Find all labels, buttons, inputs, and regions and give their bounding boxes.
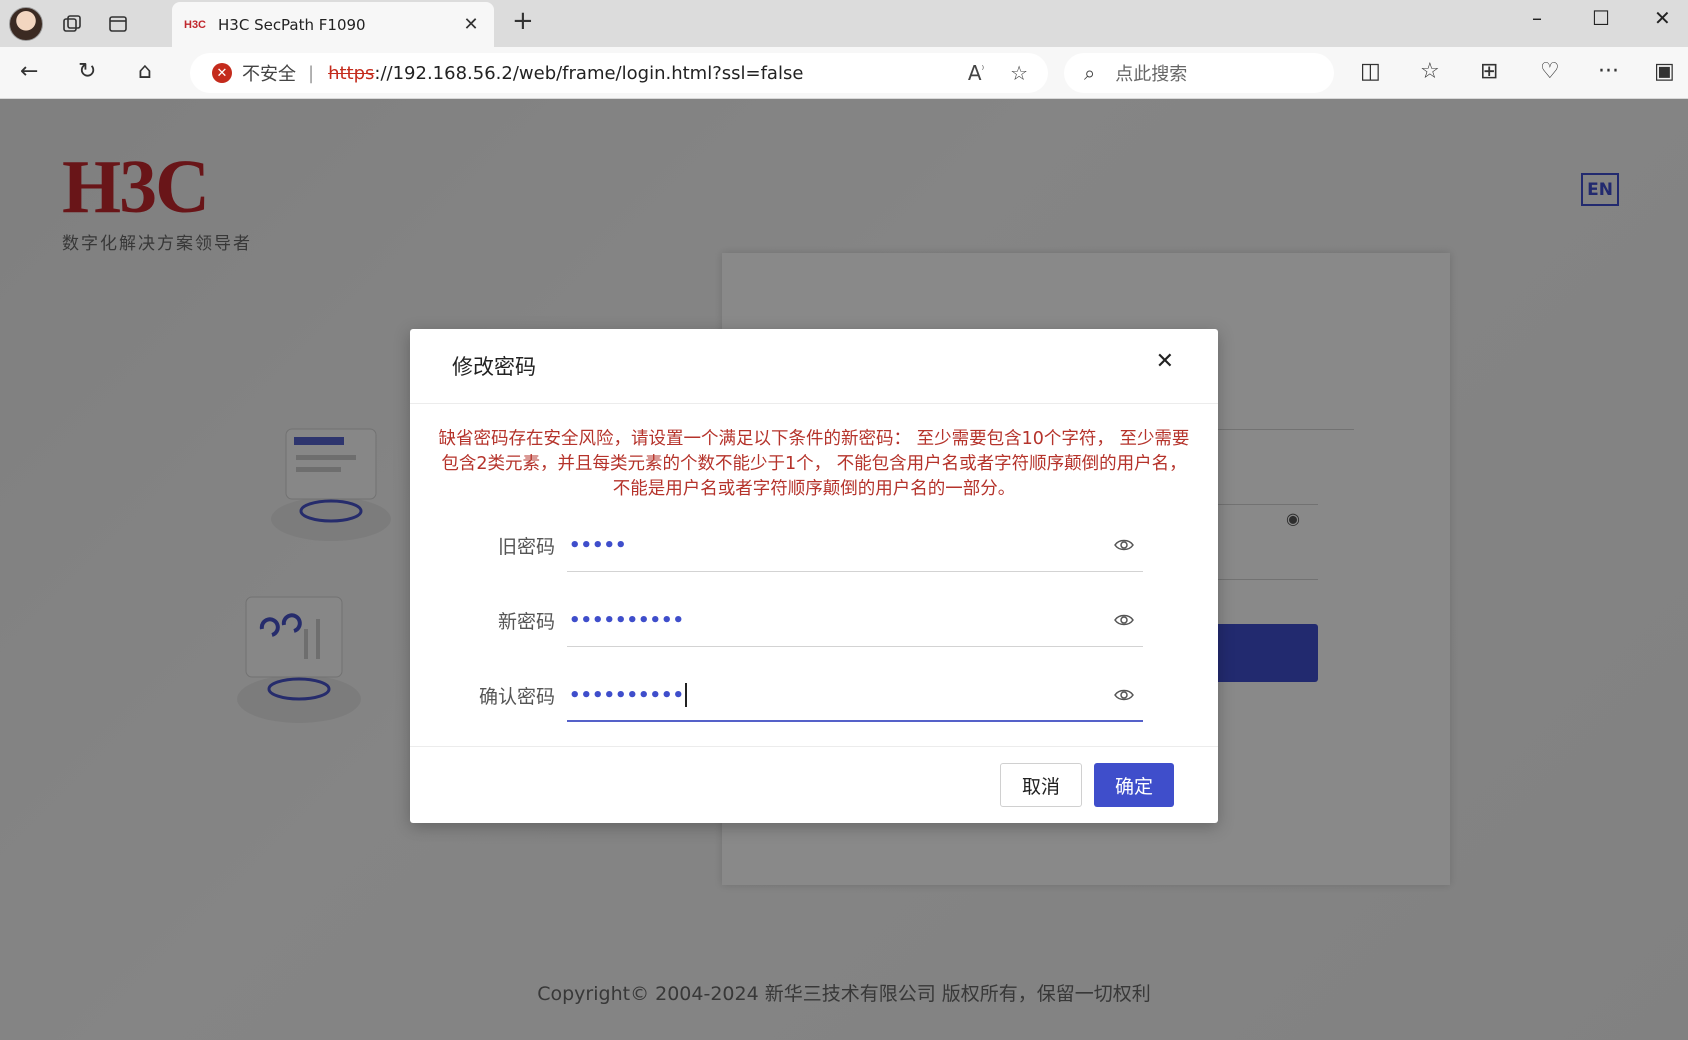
password-policy-warning: 缺省密码存在安全风险，请设置一个满足以下条件的新密码： 至少需要包含10个字符，… <box>438 429 1190 499</box>
address-bar[interactable]: ✕ 不安全 | https ://192.168.56.2/web/frame/… <box>190 53 1048 93</box>
confirm-password-label: 确认密码 <box>478 686 555 708</box>
text-caret <box>685 683 688 707</box>
confirm-password-row: 确认密码 •••••••••• <box>410 670 1218 722</box>
url-scheme: https <box>328 62 375 84</box>
collections-icon[interactable]: ⊞ <box>1480 59 1498 84</box>
old-password-input[interactable]: ••••• <box>567 520 1143 572</box>
split-screen-icon[interactable]: ◫ <box>1360 59 1381 84</box>
dialog-title: 修改密码 <box>452 355 536 379</box>
profile-avatar[interactable] <box>6 4 46 44</box>
new-password-label: 新密码 <box>497 611 555 633</box>
window-close-icon[interactable]: ✕ <box>1654 6 1671 30</box>
dialog-header: 修改密码 ✕ <box>410 329 1218 404</box>
search-icon: ⌕ <box>1084 61 1096 85</box>
dialog-footer: 取消 确定 <box>410 746 1218 823</box>
url-separator: | <box>308 62 315 84</box>
back-icon[interactable]: ← <box>20 59 38 84</box>
new-tab-icon[interactable]: + <box>512 6 534 36</box>
cancel-button[interactable]: 取消 <box>1000 763 1082 807</box>
sidebar-toggle-icon[interactable]: ▣ <box>1654 59 1675 84</box>
home-icon[interactable]: ⌂ <box>138 59 152 84</box>
tab-close-icon[interactable]: ✕ <box>460 14 482 35</box>
favorite-star-icon[interactable]: ☆ <box>1010 61 1028 85</box>
security-label[interactable]: 不安全 <box>242 60 296 86</box>
h3c-favicon-icon: H3C <box>184 18 207 31</box>
tab-title: H3C SecPath F1090 <box>218 15 366 34</box>
confirm-password-input[interactable]: •••••••••• <box>567 670 1143 722</box>
tab-h3c-secpath[interactable]: H3C H3C SecPath F1090 ✕ <box>172 2 494 47</box>
show-new-password-eye-icon[interactable] <box>1113 609 1135 631</box>
search-input[interactable]: ⌕ 点此搜索 <box>1064 53 1334 93</box>
browser-essentials-icon[interactable]: ♡ <box>1540 59 1560 84</box>
workspaces-icon[interactable] <box>52 4 92 44</box>
old-password-value: ••••• <box>569 535 627 556</box>
old-password-row: 旧密码 ••••• <box>410 520 1218 572</box>
more-options-icon[interactable]: ··· <box>1598 59 1619 84</box>
favorites-icon[interactable]: ☆ <box>1420 59 1440 84</box>
confirm-password-value: •••••••••• <box>569 684 685 706</box>
maximize-icon[interactable]: ☐ <box>1592 6 1610 30</box>
change-password-dialog: 修改密码 ✕ 缺省密码存在安全风险，请设置一个满足以下条件的新密码： 至少需要包… <box>410 329 1218 823</box>
url-path: ://192.168.56.2/web/frame/login.html?ssl… <box>374 62 804 84</box>
avatar <box>9 6 43 41</box>
new-password-row: 新密码 •••••••••• <box>410 595 1218 647</box>
browser-tab-bar: H3C H3C SecPath F1090 ✕ + – ☐ ✕ <box>0 0 1688 47</box>
show-old-password-eye-icon[interactable] <box>1113 534 1135 556</box>
not-secure-icon[interactable]: ✕ <box>212 63 232 83</box>
confirm-button[interactable]: 确定 <box>1094 763 1174 807</box>
tab-actions-icon[interactable] <box>98 4 138 44</box>
dialog-close-icon[interactable]: ✕ <box>1156 349 1174 374</box>
search-placeholder: 点此搜索 <box>1115 64 1188 85</box>
read-aloud-icon[interactable]: A⁾ <box>968 61 984 85</box>
show-confirm-password-eye-icon[interactable] <box>1113 684 1135 706</box>
old-password-label: 旧密码 <box>497 536 555 558</box>
reload-icon[interactable]: ↻ <box>78 59 96 84</box>
address-toolbar: ← ↻ ⌂ ✕ 不安全 | https ://192.168.56.2/web/… <box>0 47 1688 99</box>
minimize-icon[interactable]: – <box>1532 6 1542 30</box>
address-bar-actions: A⁾ ☆ <box>968 61 1028 85</box>
new-password-input[interactable]: •••••••••• <box>567 595 1143 647</box>
new-password-value: •••••••••• <box>569 610 685 631</box>
